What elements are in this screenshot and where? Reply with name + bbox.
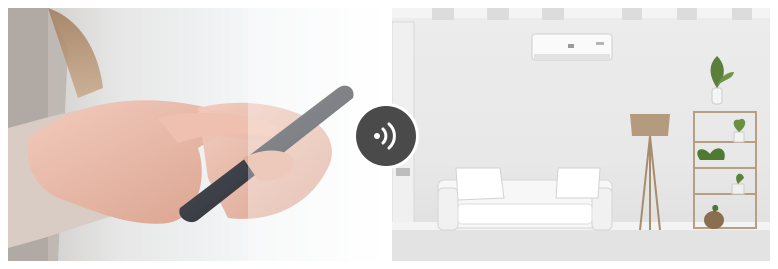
carpet: [392, 230, 770, 261]
air-conditioner: [531, 33, 613, 61]
phone-in-hands-illustration: [8, 8, 384, 261]
living-room-photo: [392, 8, 770, 261]
cushion-right: [555, 167, 601, 199]
floor-lamp: [630, 114, 670, 231]
phone-in-hands-photo: [8, 8, 384, 261]
sofa: [437, 167, 613, 231]
wireless-signal-badge: [356, 106, 416, 166]
cushion-left: [455, 167, 505, 201]
plant-shelf: [693, 111, 757, 229]
living-room-illustration: [392, 8, 770, 261]
wireless-signal-icon: [374, 122, 396, 150]
